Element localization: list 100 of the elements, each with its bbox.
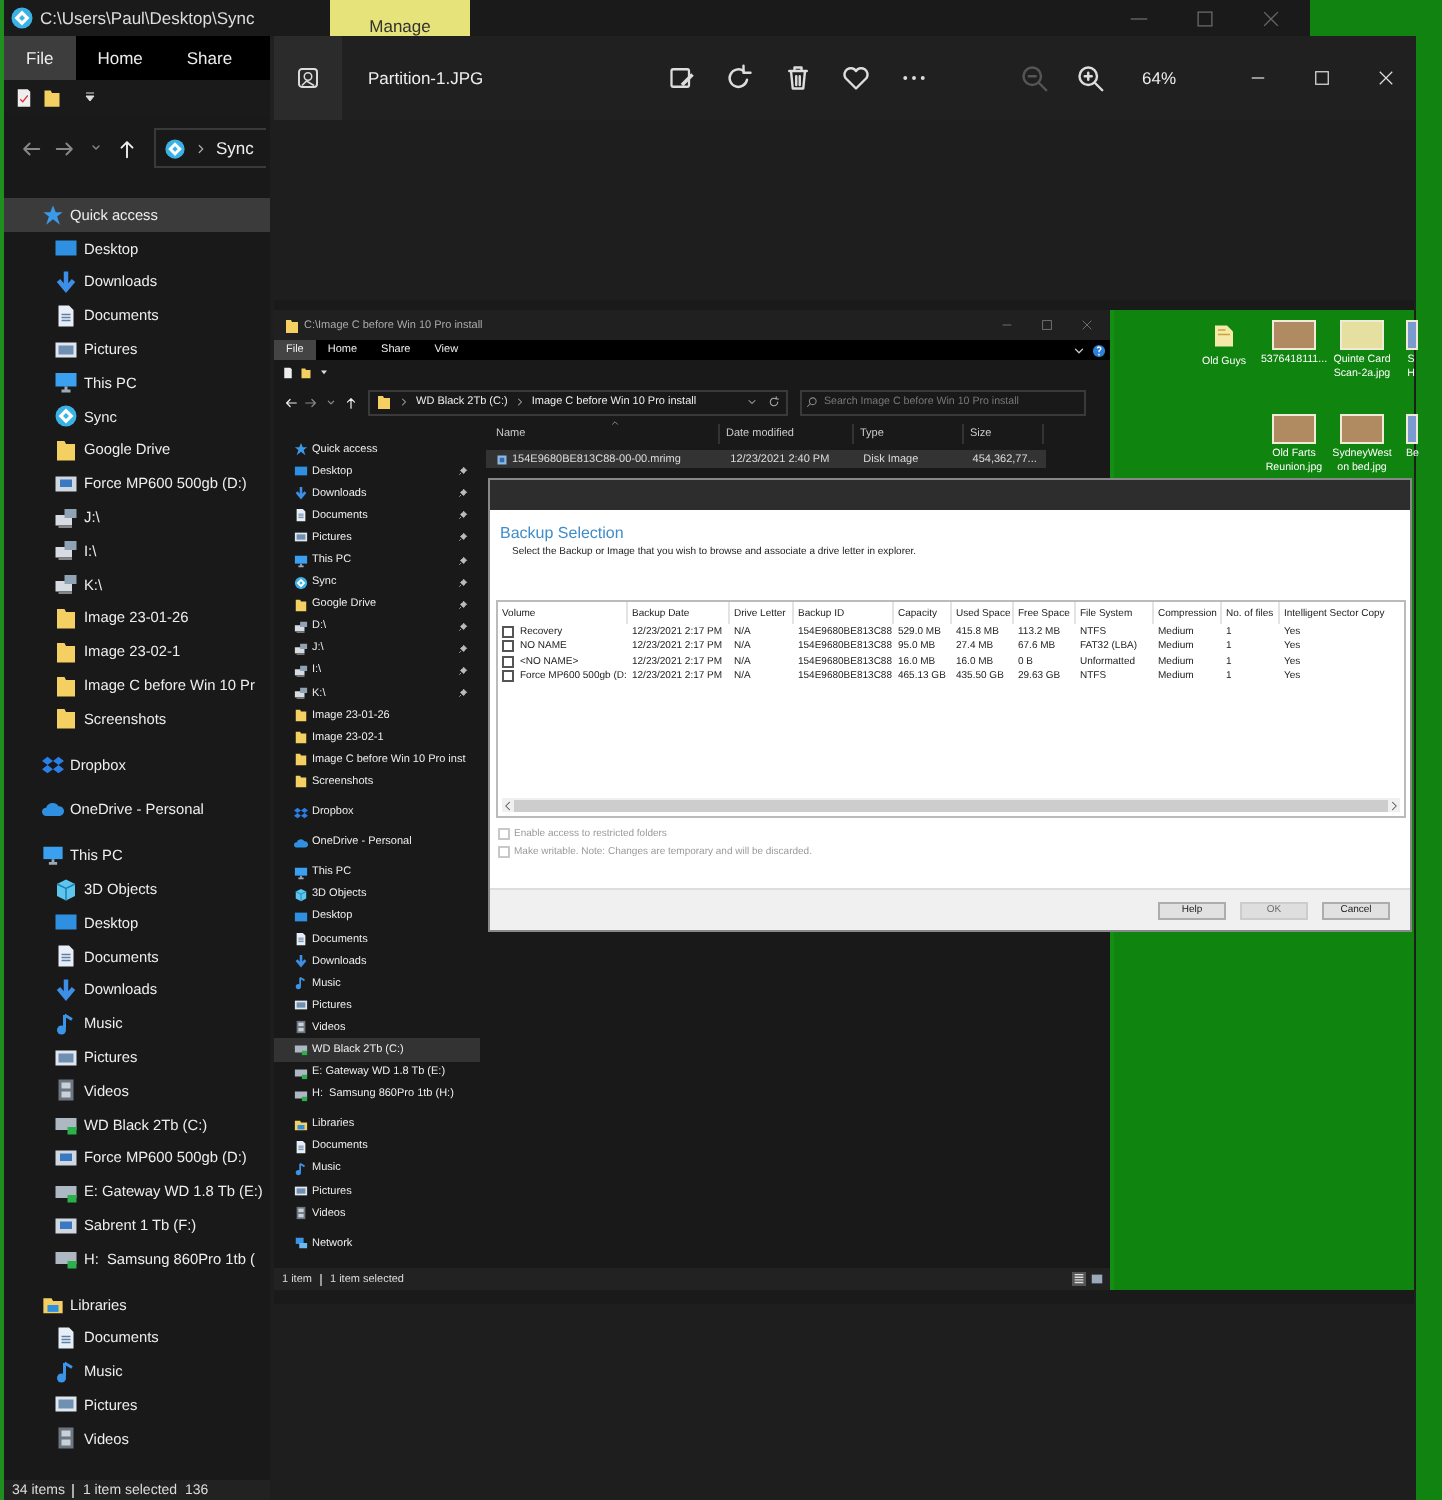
file-menu-button[interactable]: File — [4, 36, 76, 80]
checkbox[interactable] — [502, 640, 514, 653]
diamond-icon — [164, 137, 186, 159]
star-icon — [294, 442, 308, 457]
ribbon-context-tab[interactable]: Manage — [330, 0, 470, 36]
caret-down-icon[interactable] — [318, 366, 330, 378]
picture-icon — [294, 998, 308, 1013]
caret-down-icon[interactable] — [82, 90, 98, 106]
chevron-down-icon[interactable] — [1072, 343, 1086, 357]
film-icon — [294, 1020, 308, 1035]
checkbox[interactable] — [502, 625, 514, 638]
film-icon — [54, 1426, 78, 1451]
drive-icon — [54, 1246, 78, 1271]
details-view-icon[interactable] — [1072, 1272, 1086, 1286]
desktop-icon — [294, 464, 308, 479]
network-drive-icon — [54, 538, 78, 563]
window-title: C:\Users\Paul\Desktop\Sync — [40, 8, 255, 28]
heart-icon[interactable] — [842, 64, 870, 92]
library-icon — [42, 1293, 64, 1316]
desktop-icon — [54, 236, 78, 261]
photo-placeholder — [1340, 414, 1384, 444]
folder-icon — [1212, 320, 1236, 352]
sort-caret-icon — [610, 418, 620, 428]
picture-icon — [54, 337, 78, 362]
trash-icon[interactable] — [784, 64, 812, 92]
arrow-down-icon — [294, 486, 308, 501]
monitor-icon — [294, 553, 308, 568]
monitor-icon — [294, 865, 308, 880]
network-drive-icon — [54, 505, 78, 530]
network-drive-icon — [294, 641, 308, 656]
document-icon — [54, 944, 78, 969]
drive-icon — [54, 1145, 78, 1170]
picture-icon — [294, 530, 308, 545]
scrollbar-thumb[interactable] — [514, 799, 1388, 811]
refresh-icon[interactable] — [768, 396, 780, 408]
music-note-icon — [294, 976, 308, 991]
rotate-icon[interactable] — [726, 64, 754, 92]
folder-icon — [54, 706, 78, 731]
diamond-icon — [294, 575, 308, 590]
forward-arrow-icon[interactable] — [304, 395, 318, 409]
drive-icon — [294, 1065, 308, 1080]
cube-icon — [294, 887, 308, 902]
boxes-icon — [294, 805, 308, 820]
drive-icon — [54, 1213, 78, 1237]
picture-icon — [54, 1045, 78, 1070]
picture-icon — [54, 1392, 78, 1417]
ribbon-tab[interactable]: Home — [75, 36, 165, 80]
monitor-icon — [42, 844, 64, 867]
document-icon — [294, 932, 308, 947]
network-drive-icon — [294, 686, 308, 701]
checkbox[interactable] — [502, 670, 514, 683]
document-icon — [294, 508, 308, 523]
document-icon — [54, 1325, 78, 1350]
photo-placeholder — [1406, 320, 1418, 350]
forward-arrow-icon[interactable] — [54, 137, 76, 159]
zoom-in-icon[interactable] — [1076, 64, 1104, 92]
up-arrow-icon[interactable] — [116, 137, 138, 159]
photo-placeholder — [1272, 320, 1316, 350]
diamond-icon — [10, 6, 34, 30]
folder-icon — [54, 605, 78, 630]
ribbon-tab[interactable]: Share — [164, 36, 255, 80]
scroll-right-icon[interactable] — [1388, 799, 1400, 811]
horizontal-scrollbar[interactable] — [502, 798, 1400, 812]
disk-image-icon — [496, 453, 508, 465]
address-segment[interactable]: Sync — [216, 138, 254, 158]
file-name: Partition-1.JPG — [368, 68, 486, 88]
up-arrow-icon[interactable] — [344, 395, 358, 409]
music-note-icon — [54, 1359, 78, 1384]
properties-icon[interactable] — [14, 86, 34, 110]
new-folder-icon[interactable] — [42, 86, 62, 110]
new-folder-icon[interactable] — [300, 365, 312, 379]
music-note-icon — [294, 1161, 308, 1176]
chevron-right-icon — [398, 396, 410, 408]
dialog-title: Backup Selection — [498, 524, 626, 542]
scroll-left-icon[interactable] — [502, 799, 514, 811]
film-icon — [54, 1078, 78, 1103]
document-icon — [294, 1139, 308, 1154]
folder-icon — [284, 317, 300, 333]
properties-icon[interactable] — [282, 365, 294, 379]
network-icon — [294, 1236, 308, 1251]
desktop-icon — [54, 910, 78, 935]
app-icon-button[interactable] — [274, 36, 342, 120]
document-icon — [54, 303, 78, 328]
desktop-icon — [294, 909, 308, 924]
chevron-right-icon — [513, 396, 526, 408]
address-bar[interactable]: Sync — [154, 128, 266, 168]
search-icon — [806, 396, 818, 408]
arrow-down-icon — [54, 977, 78, 1002]
large-icons-view-icon[interactable] — [1090, 1272, 1104, 1286]
checkbox[interactable] — [502, 655, 514, 668]
folder-icon — [54, 437, 78, 462]
folder-icon — [376, 394, 392, 410]
help-icon[interactable] — [1092, 343, 1106, 357]
zoom-level: 64% — [1142, 68, 1177, 88]
back-arrow-icon[interactable] — [284, 395, 298, 409]
drive-icon — [294, 1087, 308, 1102]
photo-placeholder — [1340, 320, 1384, 350]
photo-placeholder — [1272, 414, 1316, 444]
folder-icon — [54, 673, 78, 698]
edit-image-icon[interactable] — [668, 64, 696, 92]
